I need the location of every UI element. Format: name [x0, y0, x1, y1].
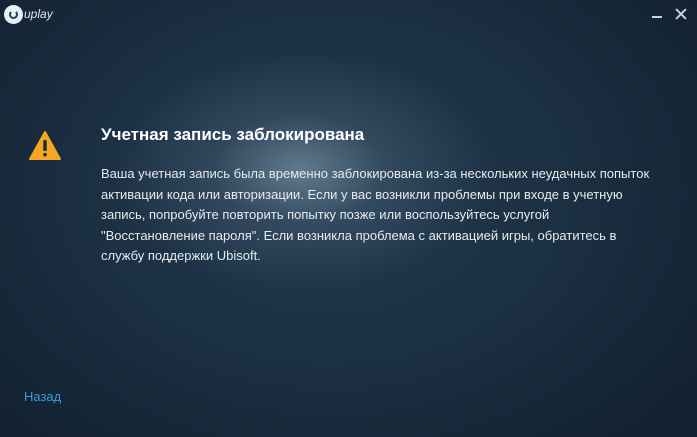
uplay-logo: uplay — [4, 4, 53, 24]
logo-text: uplay — [24, 7, 53, 21]
close-icon[interactable] — [673, 6, 689, 22]
title-bar[interactable]: uplay — [0, 0, 697, 30]
uplay-window: uplay Учетная запись заблокирована Ваша … — [0, 0, 697, 437]
uplay-logo-icon — [4, 4, 23, 24]
window-controls — [649, 6, 689, 22]
minimize-icon[interactable] — [649, 6, 665, 22]
alert-title: Учетная запись заблокирована — [101, 125, 365, 144]
alert-message: Ваша учетная запись была временно заблок… — [101, 166, 650, 263]
back-link[interactable]: Назад — [24, 389, 61, 404]
warning-icon — [29, 131, 61, 160]
